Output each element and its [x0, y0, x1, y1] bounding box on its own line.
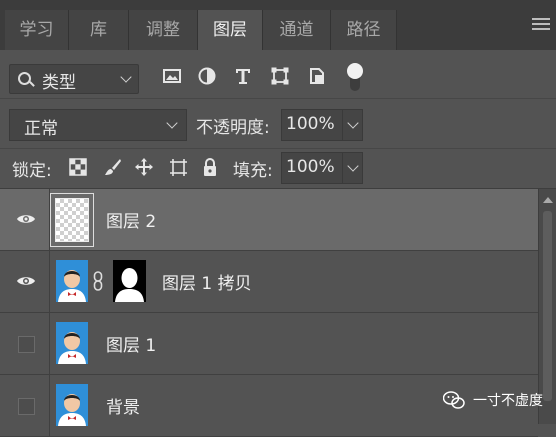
- lock-transparent-pixels-icon[interactable]: [68, 157, 88, 177]
- filter-toggle-switch[interactable]: [347, 63, 363, 93]
- eye-icon[interactable]: [16, 213, 36, 225]
- layers-list: 图层 2 图层 1 拷贝 图层 1 背景: [0, 189, 538, 437]
- layer-thumbnail-photo[interactable]: [56, 322, 88, 364]
- layer-row[interactable]: 图层 1 拷贝: [0, 251, 538, 313]
- opacity-field[interactable]: 100%: [281, 109, 363, 141]
- visibility-toggle[interactable]: [0, 251, 50, 312]
- layer-mask-thumbnail[interactable]: [113, 260, 146, 302]
- blend-opacity-row: 正常 不透明度: 100%: [0, 100, 556, 149]
- tab-paths[interactable]: 路径: [331, 10, 397, 50]
- fill-dropdown[interactable]: [342, 153, 362, 183]
- tab-adjustments[interactable]: 调整: [129, 10, 198, 50]
- panel-tab-bar: 学习 库 调整 图层 通道 路径: [0, 0, 556, 50]
- layer-thumbnail-photo[interactable]: [56, 384, 88, 426]
- filter-kind-label: 类型: [42, 73, 76, 93]
- tab-libraries[interactable]: 库: [69, 10, 129, 50]
- tab-learn[interactable]: 学习: [5, 10, 69, 50]
- scrollbar-thumb[interactable]: [543, 211, 552, 401]
- fill-label: 填充:: [233, 161, 273, 181]
- layer-name[interactable]: 图层 1: [106, 331, 156, 356]
- opacity-value: 100%: [286, 114, 335, 134]
- layers-scrollbar[interactable]: [538, 189, 556, 424]
- chevron-down-icon: [120, 71, 132, 83]
- blend-mode-value: 正常: [24, 119, 58, 139]
- type-filter-icon[interactable]: [233, 66, 253, 86]
- hidden-visibility-box[interactable]: [18, 336, 35, 353]
- layer-name[interactable]: 图层 2: [106, 207, 156, 232]
- blend-mode-select[interactable]: 正常: [9, 109, 187, 141]
- lock-image-pixels-icon[interactable]: [103, 157, 123, 177]
- shape-filter-icon[interactable]: [270, 66, 290, 86]
- hidden-visibility-box[interactable]: [18, 398, 35, 415]
- smart-object-filter-icon[interactable]: [307, 66, 327, 86]
- scroll-up-arrow-icon[interactable]: [543, 197, 553, 203]
- lock-label: 锁定:: [12, 161, 52, 181]
- wechat-logo-icon: [443, 391, 465, 409]
- tab-layers[interactable]: 图层: [198, 10, 263, 50]
- chevron-down-icon: [166, 117, 178, 129]
- opacity-label: 不透明度:: [196, 118, 270, 138]
- lock-all-icon[interactable]: [200, 157, 220, 177]
- watermark-text: 一寸不虚度: [473, 393, 543, 409]
- visibility-toggle[interactable]: [0, 313, 50, 374]
- fill-field[interactable]: 100%: [281, 152, 363, 184]
- eye-icon[interactable]: [16, 275, 36, 287]
- lock-position-icon[interactable]: [134, 157, 154, 177]
- chevron-down-icon: [347, 117, 359, 129]
- chevron-down-icon: [347, 160, 359, 172]
- layer-row[interactable]: 图层 1: [0, 313, 538, 375]
- layer-thumbnail-transparent[interactable]: [55, 198, 89, 242]
- search-icon: [18, 72, 31, 85]
- layer-thumbnail-photo[interactable]: [56, 260, 88, 302]
- artboard-autonest-icon[interactable]: [168, 157, 188, 177]
- toggle-knob: [347, 63, 363, 79]
- visibility-toggle[interactable]: [0, 189, 50, 250]
- tab-channels[interactable]: 通道: [263, 10, 331, 50]
- fill-value: 100%: [286, 157, 335, 177]
- layer-row[interactable]: 图层 2: [0, 189, 538, 251]
- adjustment-filter-icon[interactable]: [197, 66, 217, 86]
- filter-kind-select[interactable]: 类型: [9, 64, 139, 94]
- panel-menu-icon[interactable]: [532, 18, 550, 33]
- opacity-dropdown[interactable]: [342, 110, 362, 140]
- layer-name[interactable]: 背景: [106, 393, 140, 418]
- image-filter-icon[interactable]: [162, 66, 182, 86]
- layer-name[interactable]: 图层 1 拷贝: [162, 269, 252, 294]
- visibility-toggle[interactable]: [0, 375, 50, 436]
- layer-filter-row: 类型: [0, 56, 556, 99]
- mask-link-chain-icon[interactable]: [93, 271, 103, 291]
- lock-fill-row: 锁定: 填充: 100%: [0, 148, 556, 189]
